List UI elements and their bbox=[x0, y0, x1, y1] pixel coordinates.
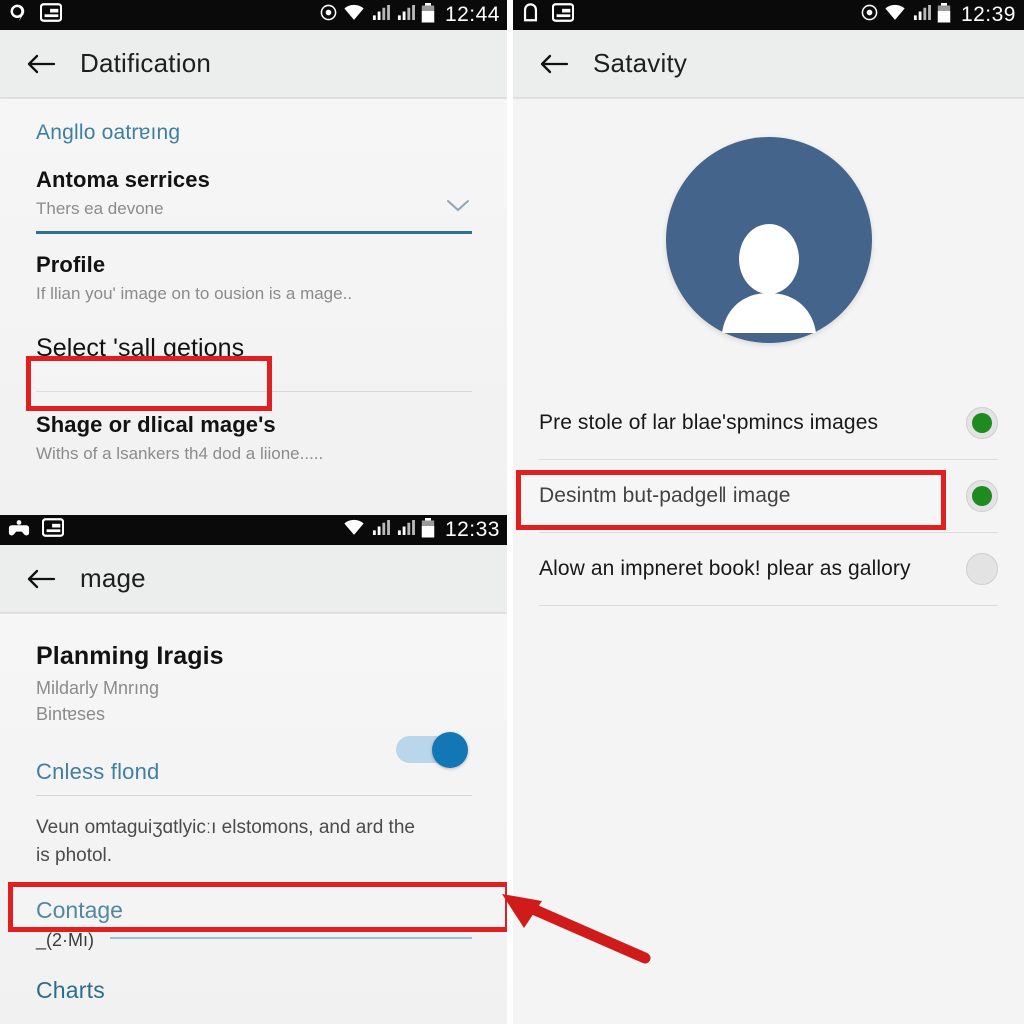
option-label: Alow an impneret book! plear as gallory bbox=[539, 557, 911, 580]
signal-icon bbox=[912, 4, 931, 26]
option-row-2[interactable]: Desintm but-padgeǁ image bbox=[513, 460, 1024, 532]
radio-dot bbox=[972, 486, 992, 506]
screenshot-root: 12:44 Datification Angllo oatrɐıng Antom… bbox=[0, 0, 1024, 1024]
list-item-title: Profile bbox=[36, 251, 106, 277]
body-text-block: Veun omtaguiʒɑtlyicːı elstomons, and ard… bbox=[0, 796, 508, 877]
list-item-title: Select 'sall getions bbox=[36, 333, 245, 362]
status-time: 12:33 bbox=[444, 518, 500, 541]
bell-icon bbox=[521, 2, 540, 28]
status-bar-top-left: 12:44 bbox=[0, 0, 508, 30]
section-header-angllo: Angllo oatrɐıng bbox=[36, 121, 181, 144]
left-top-phone-screen: 12:44 Datification Angllo oatrɐıng Antom… bbox=[0, 0, 508, 515]
inbox-icon bbox=[551, 3, 575, 27]
body-text-line1: Veun omtaguiʒɑtlyicːı elstomons, and ard… bbox=[36, 816, 415, 838]
radio-button-3[interactable] bbox=[966, 553, 998, 585]
signal-icon-2 bbox=[396, 519, 415, 541]
app-bar-right: Satavity bbox=[513, 30, 1024, 98]
list-item-title: Shage or dlical mage's bbox=[36, 411, 276, 437]
person-avatar-icon bbox=[721, 224, 816, 333]
search-bubble-icon bbox=[8, 3, 28, 28]
list-item-select-sall-getions[interactable]: Select 'sall getions bbox=[0, 312, 508, 379]
app-bar-bottom-left: mage bbox=[0, 545, 508, 613]
list-item-antoma-serrices[interactable]: Antoma serrices Thers ea devone bbox=[0, 149, 508, 227]
list-item-profile[interactable]: Profile If llian youʹ image on to ousion… bbox=[0, 234, 508, 312]
avatar-container bbox=[513, 99, 1024, 343]
toggle-planming-iragis[interactable] bbox=[396, 732, 468, 768]
wifi-icon bbox=[343, 519, 365, 541]
wifi-icon bbox=[884, 4, 906, 26]
wifi-icon bbox=[343, 4, 365, 26]
sub-value-row: _(2·Μı) bbox=[0, 930, 508, 953]
battery-icon bbox=[421, 517, 435, 543]
status-bar-bottom-left: 12:33 bbox=[0, 515, 508, 545]
radio-button-2[interactable] bbox=[966, 480, 998, 512]
avatar[interactable] bbox=[665, 137, 872, 343]
page-title: Satavity bbox=[593, 48, 688, 78]
settings-list-top-left: Angllo oatrɐıng Antoma serrices Thers ea… bbox=[0, 99, 508, 515]
body-text-line2: is photol. bbox=[36, 845, 113, 867]
sub-value: _(2·Μı) bbox=[36, 929, 94, 950]
list-item-subtitle-line2: Bintɐses bbox=[36, 704, 106, 725]
back-arrow-icon[interactable] bbox=[26, 564, 56, 594]
status-time: 12:39 bbox=[960, 3, 1016, 26]
status-time: 12:44 bbox=[444, 3, 500, 26]
back-arrow-icon[interactable] bbox=[26, 49, 56, 79]
option-row-3[interactable]: Alow an impneret book! plear as gallory bbox=[513, 533, 1024, 605]
chevron-down-icon[interactable] bbox=[446, 199, 469, 212]
link-label: Contage bbox=[36, 896, 123, 923]
signal-icon-1 bbox=[371, 4, 390, 26]
list-item-subtitle: Thers ea devone bbox=[36, 199, 164, 218]
back-arrow-icon[interactable] bbox=[539, 49, 569, 79]
list-item-subtitle: If llian youʹ image on to ousion is a ma… bbox=[36, 283, 353, 303]
toggle-thumb bbox=[432, 732, 468, 768]
page-title: mage bbox=[80, 563, 146, 593]
radio-button-1[interactable] bbox=[966, 407, 998, 439]
list-item-planming-iragis[interactable]: Planming Iragis Mildarly Mnrıng Bintɐses bbox=[0, 614, 508, 768]
location-icon bbox=[861, 4, 878, 26]
radio-dot bbox=[972, 413, 992, 433]
signal-icon-1 bbox=[371, 519, 390, 541]
option-row-1[interactable]: Pre stole of lar blaeʹspmincs images bbox=[513, 387, 1024, 459]
game-controller-icon bbox=[8, 519, 30, 542]
battery-icon bbox=[421, 2, 435, 28]
list-item-subtitle-line1: Mildarly Mnrıng bbox=[36, 678, 160, 698]
settings-list-bottom-left: Planming Iragis Mildarly Mnrıng Bintɐses… bbox=[0, 614, 508, 1024]
location-icon bbox=[320, 4, 337, 26]
list-item-title: Planming Iragis bbox=[36, 642, 224, 670]
option-label: Pre stole of lar blaeʹspmincs images bbox=[539, 411, 879, 434]
list-item-shage-or-dlical-mages[interactable]: Shage or dlical mage's Withs of a lsanke… bbox=[0, 392, 508, 472]
right-phone-screen: 12:39 Satavity Pre stole of lar blaeʹspm… bbox=[513, 0, 1024, 1024]
radio-dot bbox=[972, 559, 992, 579]
option-label: Desintm but-padgeǁ image bbox=[539, 484, 791, 507]
battery-icon bbox=[937, 2, 951, 28]
page-title: Datification bbox=[80, 48, 212, 78]
inbox-icon bbox=[41, 518, 65, 542]
list-item-title: Antoma serrices bbox=[36, 167, 210, 192]
inbox-icon bbox=[39, 3, 63, 27]
left-bottom-phone-screen: 12:33 mage Planming Iragis Mildarly Mnrı… bbox=[0, 515, 508, 1024]
link-row-contage[interactable]: Contage bbox=[0, 877, 508, 930]
app-bar-top-left: Datification bbox=[0, 30, 508, 98]
signal-icon-2 bbox=[396, 4, 415, 26]
list-item-subtitle: Withs of a lsankers th4 dod a liione....… bbox=[36, 443, 324, 463]
profile-options-panel: Pre stole of lar blaeʹspmincs images Des… bbox=[513, 99, 1024, 1024]
status-bar-right: 12:39 bbox=[513, 0, 1024, 30]
option-divider bbox=[539, 605, 998, 606]
